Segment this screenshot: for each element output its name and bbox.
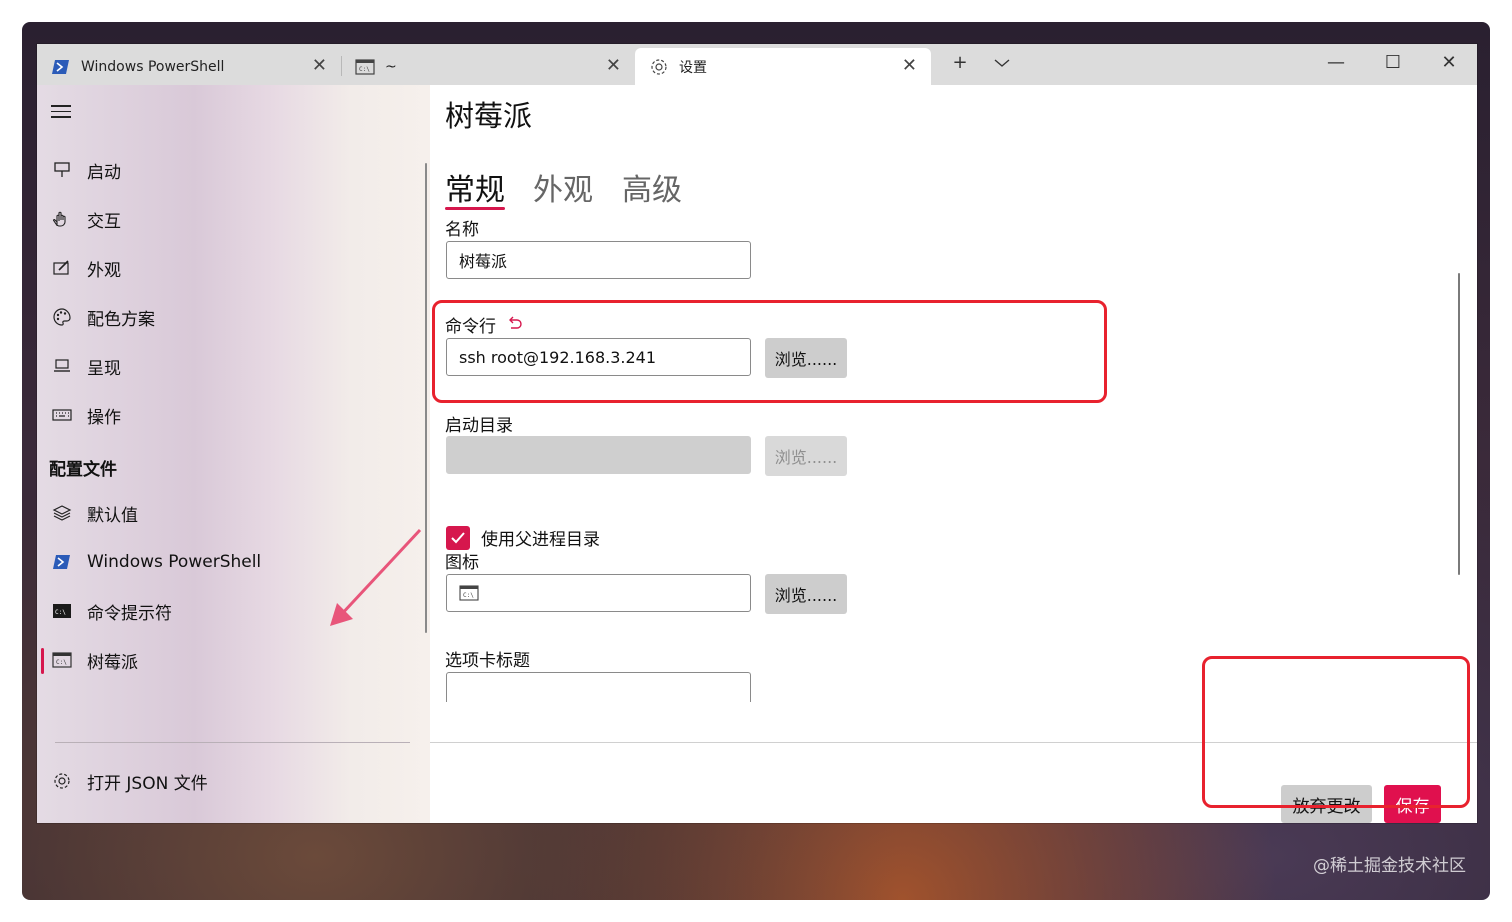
sidebar-item-label: 呈现 bbox=[87, 358, 121, 379]
close-icon[interactable]: ✕ bbox=[606, 57, 621, 75]
tab-label: Windows PowerShell bbox=[81, 58, 225, 75]
title-bar: Windows PowerShell ✕ C:\ ~ ✕ 设置 ✕ + — ☐ … bbox=[37, 44, 1477, 85]
close-icon[interactable]: ✕ bbox=[312, 57, 327, 75]
chevron-down-icon bbox=[994, 59, 1010, 67]
page-title: 树莓派 bbox=[445, 99, 533, 133]
sidebar-item-label: 配色方案 bbox=[87, 309, 155, 330]
tab-label: 设置 bbox=[679, 59, 707, 76]
startdir-label: 启动目录 bbox=[445, 416, 513, 436]
icon-browse-button[interactable]: 浏览...... bbox=[765, 574, 847, 614]
profiles-section-header: 配置文件 bbox=[49, 460, 117, 480]
sidebar-divider bbox=[55, 742, 410, 743]
sidebar-item-color-schemes[interactable]: 配色方案 bbox=[37, 297, 417, 337]
active-tab-underline bbox=[445, 207, 505, 210]
keyboard-icon bbox=[51, 404, 73, 426]
sidebar-item-actions[interactable]: 操作 bbox=[37, 395, 417, 435]
svg-text:C:\: C:\ bbox=[359, 66, 370, 73]
sidebar-item-interaction[interactable]: 交互 bbox=[37, 199, 417, 239]
sidebar-item-label: 交互 bbox=[87, 211, 121, 232]
new-tab-button[interactable]: + bbox=[945, 52, 975, 73]
use-parent-dir-label: 使用父进程目录 bbox=[481, 530, 600, 550]
interaction-icon bbox=[51, 208, 73, 230]
commandline-highlight-box bbox=[432, 300, 1107, 403]
sidebar-item-raspberry-pi[interactable]: C:\ 树莓派 bbox=[37, 640, 417, 680]
checkmark-icon bbox=[451, 532, 465, 544]
sidebar-item-startup[interactable]: 启动 bbox=[37, 150, 417, 190]
open-json-label: 打开 JSON 文件 bbox=[87, 773, 208, 794]
watermark: @稀土掘金技术社区 bbox=[1313, 856, 1466, 876]
tab-settings[interactable]: 设置 ✕ bbox=[635, 48, 931, 85]
svg-text:C:\: C:\ bbox=[55, 609, 66, 616]
sidebar-item-appearance[interactable]: 外观 bbox=[37, 248, 417, 288]
hamburger-menu-icon[interactable] bbox=[51, 101, 71, 122]
sidebar-item-label: 启动 bbox=[87, 162, 121, 183]
name-field[interactable]: 树莓派 bbox=[446, 241, 751, 279]
layers-icon bbox=[51, 502, 73, 524]
powershell-icon bbox=[51, 57, 71, 77]
powershell-icon bbox=[51, 551, 73, 573]
sidebar-item-rendering[interactable]: 呈现 bbox=[37, 346, 417, 386]
tab-separator bbox=[341, 56, 342, 76]
tab-title-field[interactable] bbox=[446, 672, 751, 702]
cmd-icon: C:\ bbox=[355, 57, 375, 77]
content-scrollbar[interactable] bbox=[1458, 273, 1460, 575]
tab-general[interactable]: 常规 bbox=[445, 165, 505, 209]
open-json-button[interactable]: 打开 JSON 文件 bbox=[37, 761, 417, 801]
use-parent-dir-checkbox[interactable] bbox=[446, 526, 470, 550]
tab-cmd[interactable]: C:\ ~ ✕ bbox=[347, 48, 635, 85]
sidebar-item-label: 操作 bbox=[87, 407, 121, 428]
startdir-field[interactable] bbox=[446, 436, 751, 474]
sidebar-item-label: 默认值 bbox=[87, 505, 138, 526]
close-window-button[interactable]: ✕ bbox=[1434, 52, 1464, 73]
palette-icon bbox=[51, 306, 73, 328]
tab-dropdown-button[interactable] bbox=[987, 52, 1017, 73]
sidebar-item-label: 树莓派 bbox=[87, 652, 138, 673]
tab-advanced[interactable]: 高级 bbox=[622, 165, 682, 209]
terminal-icon: C:\ bbox=[51, 649, 73, 671]
tab-powershell[interactable]: Windows PowerShell ✕ bbox=[51, 48, 341, 85]
appearance-icon bbox=[51, 257, 73, 279]
name-label: 名称 bbox=[445, 220, 479, 240]
tab-appearance[interactable]: 外观 bbox=[533, 165, 593, 209]
minimize-button[interactable]: — bbox=[1321, 52, 1351, 73]
sidebar-item-label: 外观 bbox=[87, 260, 121, 281]
close-icon[interactable]: ✕ bbox=[902, 57, 917, 75]
icon-label: 图标 bbox=[445, 553, 479, 573]
sidebar-item-label: Windows PowerShell bbox=[87, 552, 262, 572]
gear-icon bbox=[51, 770, 73, 792]
terminal-icon: C:\ bbox=[459, 585, 479, 601]
maximize-button[interactable]: ☐ bbox=[1378, 52, 1408, 73]
gear-icon bbox=[649, 57, 669, 77]
cmd-icon: C:\ bbox=[51, 600, 73, 622]
tab-label: ~ bbox=[385, 58, 397, 75]
startup-icon bbox=[51, 159, 73, 181]
settings-sidebar: 启动 交互 外观 配色方案 呈现 操作 配置文件 默认值 Windows Pow… bbox=[37, 85, 430, 823]
svg-text:C:\: C:\ bbox=[463, 592, 474, 599]
pointer-arrow-icon bbox=[330, 528, 422, 626]
sidebar-item-label: 命令提示符 bbox=[87, 603, 172, 624]
icon-field[interactable]: C:\ bbox=[446, 574, 751, 612]
save-highlight-box bbox=[1202, 656, 1470, 808]
rendering-icon bbox=[51, 355, 73, 377]
sidebar-scrollbar[interactable] bbox=[425, 163, 427, 633]
tab-title-label: 选项卡标题 bbox=[445, 651, 530, 671]
svg-text:C:\: C:\ bbox=[56, 659, 67, 666]
startdir-browse-button[interactable]: 浏览...... bbox=[765, 436, 847, 476]
